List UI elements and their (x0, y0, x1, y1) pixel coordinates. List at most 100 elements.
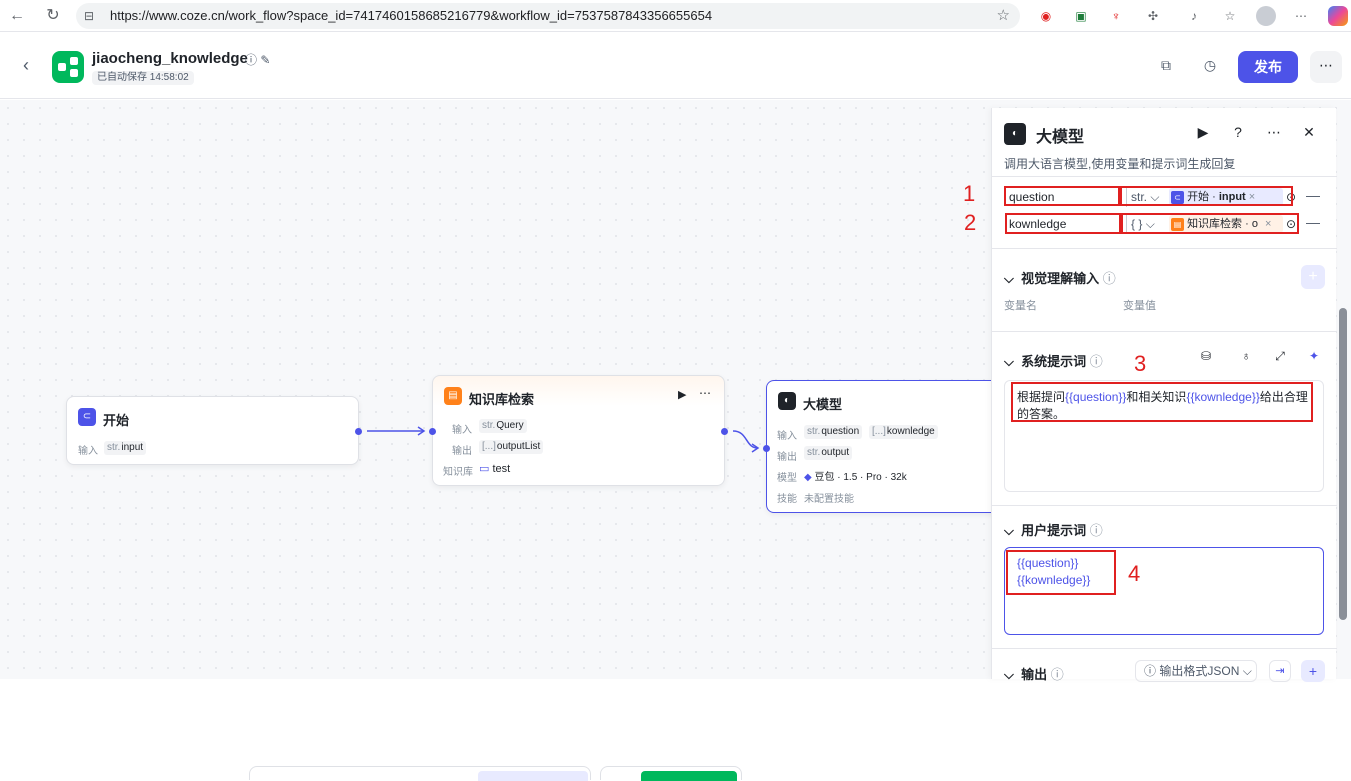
user-prompt-header[interactable]: ⌵ 用户提示词 ⓘ (1004, 520, 1103, 539)
kb-name: test (492, 463, 511, 475)
start-node[interactable]: ⊂ 开始 输入 str.input (66, 396, 362, 465)
model-value: ◆ 豆包 · 1.5 · Pro · 32k (804, 468, 907, 483)
bookmark-star-icon[interactable]: ☆ (997, 3, 1010, 29)
input-label: 输入 (452, 425, 472, 436)
output-label: 输出 (777, 452, 797, 463)
input-port[interactable] (763, 445, 770, 452)
lightbulb-icon[interactable]: ♁ (1237, 349, 1255, 367)
menu-icon[interactable]: ⋯ (1291, 6, 1311, 26)
info-icon: ⓘ (1102, 271, 1116, 286)
run-icon[interactable]: ▶ (678, 388, 686, 401)
system-prompt-header[interactable]: ⌵ 系统提示词 ⓘ (1004, 351, 1103, 370)
address-bar[interactable]: ⊟ https://www.coze.cn/work_flow?space_id… (76, 3, 1020, 29)
publish-button[interactable]: 发布 (1238, 51, 1298, 83)
extension-icon[interactable]: ◉ (1036, 6, 1056, 26)
panel-description: 调用大语言模型,使用变量和提示词生成回复 (1004, 157, 1236, 171)
title-icons: ⓘ ✎ (245, 51, 270, 68)
test-run-button[interactable] (641, 771, 737, 781)
annotation-number: 4 (1128, 561, 1141, 586)
bottom-toolbar (249, 766, 591, 781)
profile-avatar[interactable] (1256, 6, 1276, 26)
panel-scrollbar[interactable] (1339, 308, 1347, 620)
info-icon: ⓘ (1050, 667, 1064, 682)
run-icon[interactable]: ▶ (1194, 124, 1212, 142)
toolbar-item[interactable] (478, 771, 588, 781)
expand-icon[interactable]: ⤢ (1271, 349, 1289, 367)
knowledge-node[interactable]: ▤ 知识库检索 ▶ ⋯ 输入 str.Query 输出 [...]outputL… (429, 375, 728, 486)
database-icon: ▭ (479, 463, 490, 475)
doubao-icon: ◆ (804, 472, 812, 483)
llm-icon: ◐ (1004, 123, 1026, 145)
output-port[interactable] (355, 428, 362, 435)
reload-icon[interactable]: ↻ (42, 5, 64, 27)
skill-label: 技能 (777, 494, 797, 505)
type-label: [...] (872, 426, 886, 437)
col-value: 变量值 (1123, 300, 1156, 312)
workflow-logo (52, 51, 84, 83)
remove-icon[interactable]: — (1306, 214, 1320, 230)
info-icon[interactable]: ⓘ (245, 53, 257, 67)
more-icon[interactable]: ⋯ (1310, 51, 1342, 83)
annotation-box (1004, 186, 1120, 206)
input-tag: str.input (104, 441, 147, 455)
panel-title: 大模型 (1036, 129, 1085, 146)
browser-toolbar: ← ↻ ⊟ https://www.coze.cn/work_flow?spac… (0, 0, 1351, 32)
vision-section-header[interactable]: ⌵ 视觉理解输入 ⓘ (1004, 268, 1116, 287)
node-title: 开始 (103, 413, 130, 428)
knowledge-icon: ▤ (444, 387, 462, 405)
input-port[interactable] (429, 428, 436, 435)
library-icon[interactable]: ⛁ (1197, 349, 1215, 367)
divider (992, 331, 1337, 332)
url-text: https://www.coze.cn/work_flow?space_id=7… (110, 8, 713, 23)
section-title: 系统提示词 (1021, 354, 1087, 369)
divider (992, 505, 1337, 506)
puzzle-icon[interactable]: ✣ (1143, 6, 1163, 26)
output-tag: str.output (804, 446, 853, 460)
autosave-badge: 已自动保存 14:58:02 (92, 71, 194, 85)
back-icon[interactable]: ‹ (23, 55, 29, 76)
type-label: str. (107, 442, 121, 453)
var-name: output (821, 447, 850, 458)
llm-node[interactable]: ◐ 大模型 输入 str.question [...]kownledge 输出 … (763, 380, 1006, 513)
chevron-down-icon: ⌵ (1242, 664, 1252, 678)
info-icon: ⓘ (1144, 664, 1157, 678)
more-icon[interactable]: ⋯ (699, 386, 711, 400)
section-title: 输出 (1021, 667, 1048, 682)
extension-icon[interactable]: ♆ (1106, 6, 1126, 26)
var-name: kownledge (886, 426, 935, 437)
start-icon: ⊂ (78, 408, 96, 426)
var-name: Query (496, 420, 524, 431)
close-icon[interactable]: ✕ (1300, 124, 1318, 142)
ai-optimize-icon[interactable]: ✦ (1305, 349, 1323, 367)
node-title: 知识库检索 (469, 392, 535, 407)
annotation-number: 2 (964, 210, 977, 235)
edit-icon[interactable]: ✎ (260, 53, 270, 67)
annotation-box (1005, 213, 1121, 234)
col-name: 变量名 (1004, 300, 1037, 312)
chevron-down-icon: ⌵ (1004, 523, 1014, 538)
type-label: str. (807, 426, 821, 437)
chevron-down-icon: ⌵ (1004, 354, 1014, 369)
favorites-icon[interactable]: ☆ (1220, 6, 1240, 26)
media-icon[interactable]: ♪ (1184, 6, 1204, 26)
kb-value: ▭ test (479, 462, 510, 475)
llm-icon: ◐ (778, 392, 796, 410)
add-icon[interactable]: + (1301, 265, 1325, 289)
extension-icon[interactable]: ▣ (1071, 6, 1091, 26)
remove-icon[interactable]: — (1306, 187, 1320, 203)
copilot-icon[interactable] (1328, 6, 1348, 26)
output-header[interactable]: ⌵ 输出 ⓘ (1004, 664, 1064, 683)
help-icon[interactable]: ? (1229, 124, 1247, 142)
output-port[interactable] (721, 428, 728, 435)
bottom-toolbar-2 (600, 766, 742, 781)
type-label: [...] (482, 441, 496, 452)
back-arrow-icon[interactable]: ← (6, 5, 28, 27)
input-tag: [...]kownledge (869, 425, 938, 439)
input-tag: str.question (804, 425, 863, 439)
input-label: 输入 (777, 431, 797, 442)
site-info-icon[interactable]: ⊟ (84, 3, 94, 29)
more-icon[interactable]: ⋯ (1265, 124, 1283, 142)
copy-icon[interactable]: ⧉ (1157, 57, 1175, 75)
history-icon[interactable]: ◷ (1201, 57, 1219, 75)
kb-label: 知识库 (443, 467, 473, 478)
